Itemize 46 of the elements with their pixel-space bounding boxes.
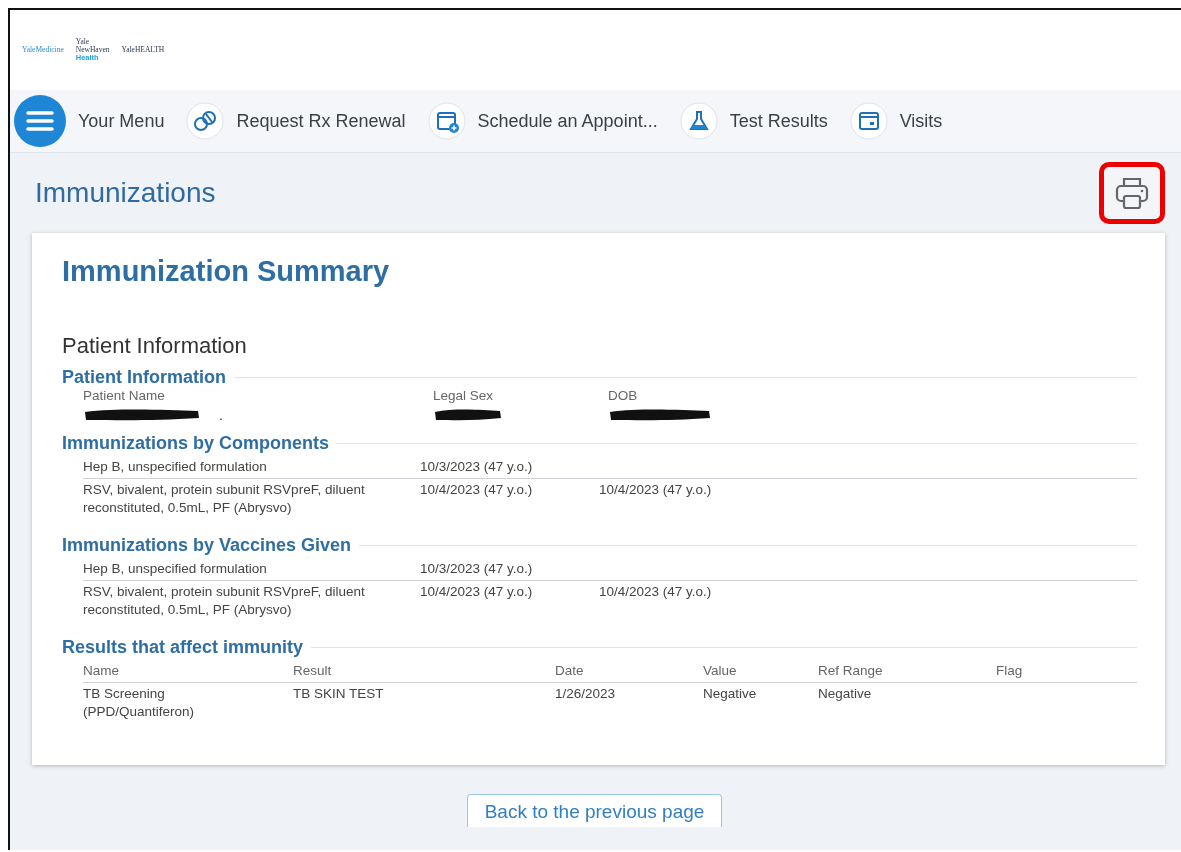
- column-header: Flag: [996, 660, 1137, 683]
- nav-link[interactable]: Your Menu: [78, 110, 165, 132]
- flask-icon: [679, 102, 718, 140]
- table-cell: RSV, bivalent, protein subunit RSVpreF, diluent reconstituted, 0.5mL, PF (Abrysvo): [83, 584, 365, 617]
- pills-icon: [186, 102, 225, 140]
- print-button[interactable]: [1099, 162, 1165, 224]
- field-label: DOB: [608, 388, 639, 403]
- table-cell: 10/4/2023 (47 y.o.): [420, 584, 533, 599]
- calendar-icon: [427, 102, 466, 140]
- table-cell: 10/4/2023 (47 y.o.): [599, 584, 712, 599]
- nav-link[interactable]: Test Results: [729, 110, 828, 132]
- calendar-icon: [849, 102, 888, 140]
- column-header: Date: [555, 660, 703, 683]
- column-header: Value: [703, 660, 818, 683]
- nav-link[interactable]: Schedule an Appoint...: [477, 110, 658, 132]
- table-cell: 10/3/2023 (47 y.o.): [420, 561, 533, 576]
- redaction-mark: [433, 407, 503, 423]
- table-cell: 1/26/2023: [555, 686, 616, 701]
- field-value: .: [219, 407, 223, 423]
- summary-title: Immunization Summary: [62, 255, 391, 288]
- table-cell: Hep B, unspecified formulation: [83, 561, 267, 576]
- nav-link[interactable]: Request Rx Renewal: [236, 110, 406, 132]
- column-header: Name: [83, 660, 293, 683]
- column-header: Ref Range: [818, 660, 996, 683]
- section-heading: Patient Information: [62, 367, 226, 388]
- table-cell: Negative: [703, 686, 757, 701]
- menu-icon[interactable]: [14, 95, 66, 147]
- field-label: Legal Sex: [433, 388, 495, 403]
- table-cell: TB Screening (PPD/Quantiferon): [83, 686, 195, 719]
- page-title: Immunizations: [35, 177, 216, 209]
- section-heading: Results that affect immunity: [62, 637, 304, 658]
- section-title: Patient Information: [62, 333, 248, 359]
- table-cell: 10/4/2023 (47 y.o.): [599, 482, 712, 497]
- table-cell: 10/4/2023 (47 y.o.): [420, 482, 533, 497]
- table-cell: Negative: [818, 686, 872, 701]
- table-cell: RSV, bivalent, protein subunit RSVpreF, diluent reconstituted, 0.5mL, PF (Abrysvo): [83, 482, 365, 515]
- table-cell: Hep B, unspecified formulation: [83, 459, 267, 474]
- section-heading: Immunizations by Components: [62, 433, 329, 454]
- table-cell: TB SKIN TEST: [293, 686, 384, 701]
- print-icon: [1114, 176, 1150, 210]
- table-cell: 10/3/2023 (47 y.o.): [420, 459, 533, 474]
- nav-link[interactable]: Visits: [899, 110, 943, 132]
- column-header: Result: [293, 660, 555, 683]
- section-heading: Immunizations by Vaccines Given: [62, 535, 352, 556]
- field-label: Patient Name: [83, 388, 166, 403]
- back-button[interactable]: Back to the previous page: [466, 794, 723, 827]
